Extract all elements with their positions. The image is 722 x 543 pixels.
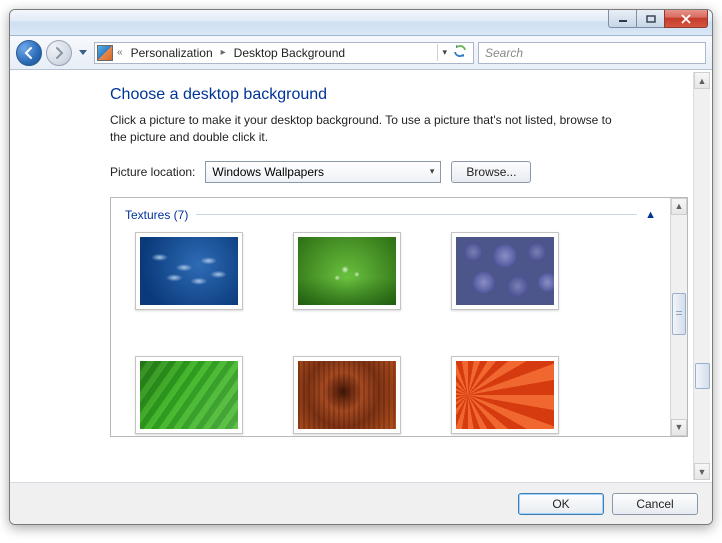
address-bar[interactable]: « Personalization ▸ Desktop Background ▾ bbox=[94, 42, 474, 64]
window-controls bbox=[608, 10, 708, 28]
address-dropdown-icon[interactable]: ▾ bbox=[442, 47, 447, 58]
wallpaper-thumbnail[interactable] bbox=[451, 232, 559, 310]
gallery-group-header[interactable]: Textures (7) ▲ bbox=[125, 208, 656, 222]
scroll-up-button[interactable]: ▲ bbox=[694, 72, 710, 89]
wallpaper-thumbnail[interactable] bbox=[135, 356, 243, 434]
picture-location-label: Picture location: bbox=[110, 165, 195, 179]
page-subtext: Click a picture to make it your desktop … bbox=[110, 112, 630, 147]
browse-button[interactable]: Browse... bbox=[451, 161, 531, 183]
location-icon bbox=[97, 45, 113, 61]
thumbnail-image bbox=[298, 361, 396, 429]
gallery-group-label: Textures (7) bbox=[125, 208, 188, 222]
cancel-button[interactable]: Cancel bbox=[612, 493, 698, 515]
content-area: Choose a desktop background Click a pict… bbox=[10, 70, 712, 482]
gallery-viewport: Textures (7) ▲ bbox=[111, 198, 670, 436]
breadcrumb-chevron-icon[interactable]: ▸ bbox=[219, 47, 228, 58]
recent-pages-dropdown[interactable] bbox=[76, 44, 90, 62]
close-button[interactable] bbox=[664, 10, 708, 28]
scroll-thumb[interactable] bbox=[695, 363, 710, 389]
picture-location-combo[interactable]: Windows Wallpapers ▾ bbox=[205, 161, 441, 183]
forward-button[interactable] bbox=[46, 40, 72, 66]
thumbnail-grid bbox=[125, 232, 656, 434]
page-title: Choose a desktop background bbox=[110, 86, 688, 104]
maximize-button[interactable] bbox=[636, 10, 664, 28]
dialog-footer: OK Cancel bbox=[10, 482, 712, 524]
back-button[interactable] bbox=[16, 40, 42, 66]
scroll-down-button[interactable]: ▼ bbox=[671, 419, 687, 436]
picture-location-value: Windows Wallpapers bbox=[212, 165, 324, 179]
page-scrollbar[interactable]: ▲ ▼ bbox=[693, 72, 710, 480]
scroll-track[interactable] bbox=[671, 215, 687, 419]
wallpaper-thumbnail[interactable] bbox=[293, 232, 401, 310]
breadcrumb-chevron-icon[interactable]: « bbox=[115, 47, 125, 58]
scroll-thumb[interactable] bbox=[672, 293, 686, 335]
refresh-button[interactable] bbox=[449, 44, 471, 61]
collapse-icon[interactable]: ▲ bbox=[645, 209, 656, 221]
minimize-button[interactable] bbox=[608, 10, 636, 28]
gallery-scrollbar[interactable]: ▲ ▼ bbox=[670, 198, 687, 436]
search-input[interactable]: Search bbox=[478, 42, 706, 64]
picture-location-row: Picture location: Windows Wallpapers ▾ B… bbox=[110, 161, 688, 183]
window: « Personalization ▸ Desktop Background ▾… bbox=[9, 9, 713, 525]
thumbnail-image bbox=[140, 361, 238, 429]
wallpaper-gallery: Textures (7) ▲ ▲ ▼ bbox=[110, 197, 688, 437]
breadcrumb-desktop-background[interactable]: Desktop Background bbox=[230, 45, 349, 61]
thumbnail-image bbox=[140, 237, 238, 305]
chevron-down-icon: ▾ bbox=[430, 166, 435, 177]
ok-button[interactable]: OK bbox=[518, 493, 604, 515]
thumbnail-image bbox=[456, 361, 554, 429]
scroll-up-button[interactable]: ▲ bbox=[671, 198, 687, 215]
titlebar bbox=[10, 10, 712, 36]
wallpaper-thumbnail[interactable] bbox=[451, 356, 559, 434]
scroll-down-button[interactable]: ▼ bbox=[694, 463, 710, 480]
divider bbox=[196, 214, 637, 215]
thumbnail-image bbox=[456, 237, 554, 305]
wallpaper-thumbnail[interactable] bbox=[293, 356, 401, 434]
thumbnail-image bbox=[298, 237, 396, 305]
navigation-bar: « Personalization ▸ Desktop Background ▾… bbox=[10, 36, 712, 70]
breadcrumb-personalization[interactable]: Personalization bbox=[127, 45, 217, 61]
wallpaper-thumbnail[interactable] bbox=[135, 232, 243, 310]
